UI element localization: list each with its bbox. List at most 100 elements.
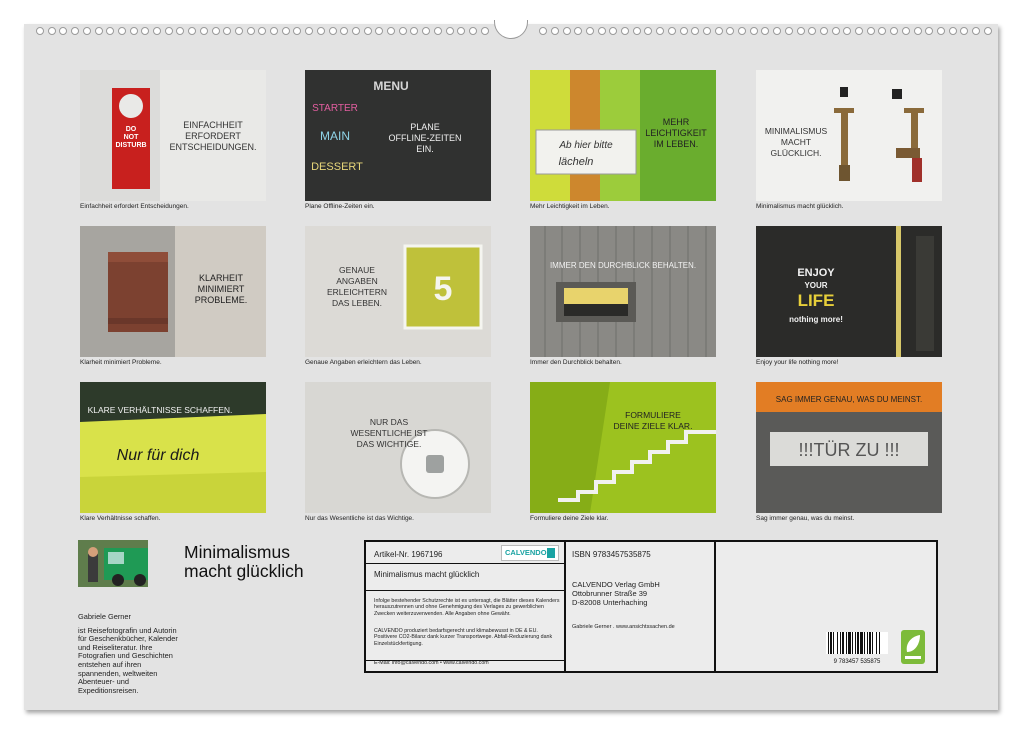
graffiti-text: Nur für dich: [117, 447, 200, 464]
binding-ring: [445, 27, 454, 35]
binding-ring: [351, 27, 360, 35]
thumbnail-text: KLARE VERHÄLTNISSE SCHAFFEN.: [88, 405, 233, 415]
chalk-text: STARTER: [312, 103, 358, 114]
binding-ring: [855, 27, 863, 35]
barcode-bar: [867, 632, 868, 654]
thumbnail-text: IMMER DEN DURCHBLICK BEHALTEN.: [550, 261, 696, 270]
thumbnail-text: NUR DAS: [370, 417, 409, 427]
barcode-bar: [857, 632, 859, 654]
binding-ring: [199, 27, 208, 35]
publisher-address: CALVENDO Verlag GmbH Ottobrunner Straße …: [572, 580, 660, 607]
thumbnail-text: PLANE: [410, 122, 440, 132]
barcode-bar: [852, 632, 853, 654]
caption: Minimalismus macht glücklich.: [756, 203, 844, 210]
binding-ring: [574, 27, 583, 35]
sign-text: NOT: [124, 134, 140, 141]
binding-ring: [153, 27, 161, 35]
author-name: Gabriele Gerner: [78, 612, 131, 621]
binding-ring: [843, 27, 852, 35]
binding-ring: [621, 27, 629, 35]
thumbnail-text: ENJOY: [797, 267, 835, 279]
binding-ring: [948, 27, 957, 35]
barcode-bar: [872, 632, 873, 654]
thumbnail-text: DAS LEBEN.: [332, 298, 382, 308]
thumbnail-text: IM LEBEN.: [654, 139, 699, 149]
binding-ring: [597, 27, 606, 35]
binding-ring: [340, 27, 349, 35]
copyright-notice: Infolge bestehender Schutzrechte ist es …: [374, 598, 560, 617]
thumbnail-3: Ab hier bitte lächeln MEHR LEICHTIGKEIT …: [530, 70, 716, 201]
isbn: ISBN 9783457535875: [572, 550, 651, 559]
sign-text: DO: [126, 126, 137, 133]
binding-ring: [585, 27, 594, 35]
caption: Nur das Wesentliche ist das Wichtige.: [305, 515, 414, 522]
binding-ring: [925, 27, 934, 35]
sign-text: lächeln: [559, 156, 594, 168]
binding-ring: [281, 27, 290, 35]
thumbnail-1: DO NOT DISTURB EINFACHHEIT ERFORDERT ENT…: [80, 70, 266, 201]
binding-ring: [36, 27, 44, 35]
binding-ring: [656, 27, 665, 35]
binding-ring: [129, 27, 138, 35]
barcode-bar: [869, 632, 871, 654]
binding-ring: [539, 27, 548, 35]
binding-ring: [246, 27, 255, 35]
binding-ring: [738, 27, 746, 35]
thumbnail-text: WESENTLICHE IST: [351, 428, 428, 438]
publisher-street: Ottobrunner Straße 39: [572, 589, 648, 598]
thumbnail-4: MINIMALISMUS MACHT GLÜCKLICH.: [756, 70, 942, 201]
binding-ring: [82, 27, 91, 35]
binding-ring: [94, 27, 103, 35]
thumbnail-text: PROBLEME.: [195, 295, 248, 305]
thumbnail-text: EINFACHHEIT: [183, 120, 243, 130]
barcode-bar: [833, 632, 834, 654]
caption: Enjoy your life nothing more!: [756, 359, 839, 366]
climate-notice: CALVENDO produziert bedarfsgerecht und k…: [374, 628, 553, 647]
binding-ring: [960, 27, 969, 35]
thumbnail-text: DAS WICHTIGE.: [357, 439, 422, 449]
binding-ring: [234, 27, 243, 35]
binding-ring: [305, 27, 314, 35]
caption: Formuliere deine Ziele klar.: [530, 515, 609, 522]
binding-ring: [410, 27, 419, 35]
thumbnail-9: KLARE VERHÄLTNISSE SCHAFFEN. Nur für dic…: [80, 382, 266, 513]
barcode-bar: [837, 632, 838, 654]
thumbnail-text: EIN.: [416, 144, 434, 154]
divider: [366, 590, 564, 591]
binding-ring: [667, 27, 676, 35]
binding-ring: [457, 27, 466, 35]
binding-ring: [679, 27, 688, 35]
caption: Immer den Durchblick behalten.: [530, 359, 622, 366]
calendar-title: Minimalismus macht glücklich: [184, 543, 304, 581]
thumbnail-text: nothing more!: [789, 315, 843, 324]
thumbnail-10: NUR DAS WESENTLICHE IST DAS WICHTIGE.: [305, 382, 491, 513]
chalk-text: DESSERT: [311, 161, 363, 173]
binding-ring: [433, 27, 442, 35]
binding-ring: [761, 27, 770, 35]
publisher-city: D-82008 Unterhaching: [572, 598, 648, 607]
barcode-bar: [842, 632, 844, 654]
thumbnail-text: MEHR: [663, 117, 690, 127]
barcode-bar: [855, 632, 856, 654]
binding-ring: [223, 27, 232, 35]
thumbnail-5: KLARHEIT MINIMIERT PROBLEME.: [80, 226, 266, 357]
chalk-text: MAIN: [320, 129, 350, 143]
thumbnail-text: YOUR: [804, 281, 827, 290]
binding-ring: [819, 27, 828, 35]
barcode-bar: [864, 632, 865, 654]
author-website: Gabriele Gerner . www.ansichtssachen.de: [572, 624, 675, 630]
thumbnail-text: SAG IMMER GENAU, WAS DU MEINST.: [776, 395, 922, 404]
binding-ring: [913, 27, 922, 35]
binding-ring: [726, 27, 735, 35]
binding-ring: [176, 27, 185, 35]
binding-ring: [796, 27, 805, 35]
thumbnail-text: MINIMALISMUS: [765, 126, 828, 136]
eco-badge: [901, 630, 925, 664]
binding-ring: [270, 27, 278, 35]
binding-ring: [375, 27, 384, 35]
binding-ring: [387, 27, 395, 35]
house-number: 5: [434, 270, 453, 308]
binding-ring: [188, 27, 197, 35]
thumbnail-text: FORMULIERE: [625, 410, 681, 420]
barcode-bar: [846, 632, 847, 654]
